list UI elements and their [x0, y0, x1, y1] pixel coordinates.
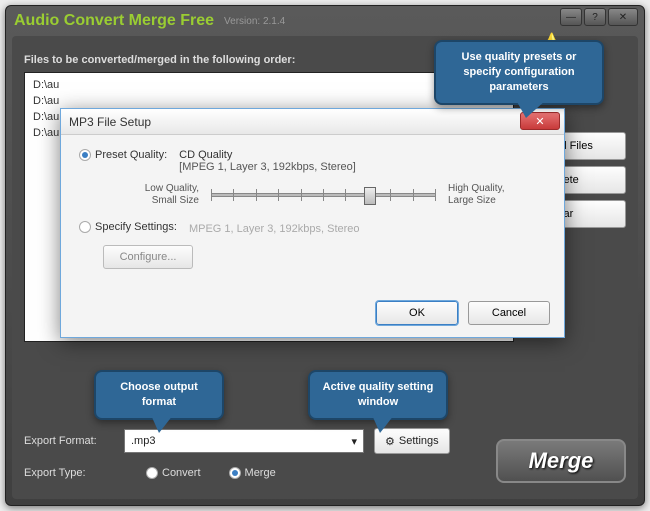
preset-quality-radio[interactable]: Preset Quality:	[79, 149, 167, 161]
merge-radio[interactable]: Merge	[229, 467, 276, 479]
mp3-setup-dialog: MP3 File Setup ✕ Preset Quality: CD Qual…	[60, 108, 565, 338]
preset-name: CD Quality	[179, 149, 356, 161]
preset-desc: [MPEG 1, Layer 3, 192kbps, Stereo]	[179, 161, 356, 173]
specify-hint: MPEG 1, Layer 3, 192kbps, Stereo	[189, 223, 360, 235]
specify-settings-radio[interactable]: Specify Settings:	[79, 221, 177, 233]
callout-settings: Active quality setting window	[308, 370, 448, 420]
slider-low-label: Low Quality, Small Size	[109, 183, 199, 207]
convert-radio[interactable]: Convert	[146, 467, 201, 479]
callout-presets: Use quality presets or specify configura…	[434, 40, 604, 105]
slider-thumb[interactable]	[364, 187, 376, 205]
quality-slider[interactable]	[211, 186, 436, 204]
ok-button[interactable]: OK	[376, 301, 458, 325]
dialog-title: MP3 File Setup ✕	[61, 109, 564, 135]
slider-high-label: High Quality, Large Size	[448, 183, 538, 207]
minimize-button[interactable]: —	[560, 8, 582, 26]
export-type-label: Export Type:	[24, 467, 114, 479]
configure-button[interactable]: Configure...	[103, 245, 193, 269]
gear-icon: ⚙	[385, 435, 395, 448]
chevron-down-icon: ▾	[351, 435, 357, 448]
export-format-label: Export Format:	[24, 435, 114, 447]
callout-format: Choose output format	[94, 370, 224, 420]
merge-button[interactable]: Merge	[496, 439, 626, 483]
help-button[interactable]: ?	[584, 8, 606, 26]
app-title: Audio Convert Merge Free	[14, 12, 214, 30]
app-version: Version: 2.1.4	[224, 16, 285, 27]
close-button[interactable]: ✕	[608, 8, 638, 26]
cancel-button[interactable]: Cancel	[468, 301, 550, 325]
